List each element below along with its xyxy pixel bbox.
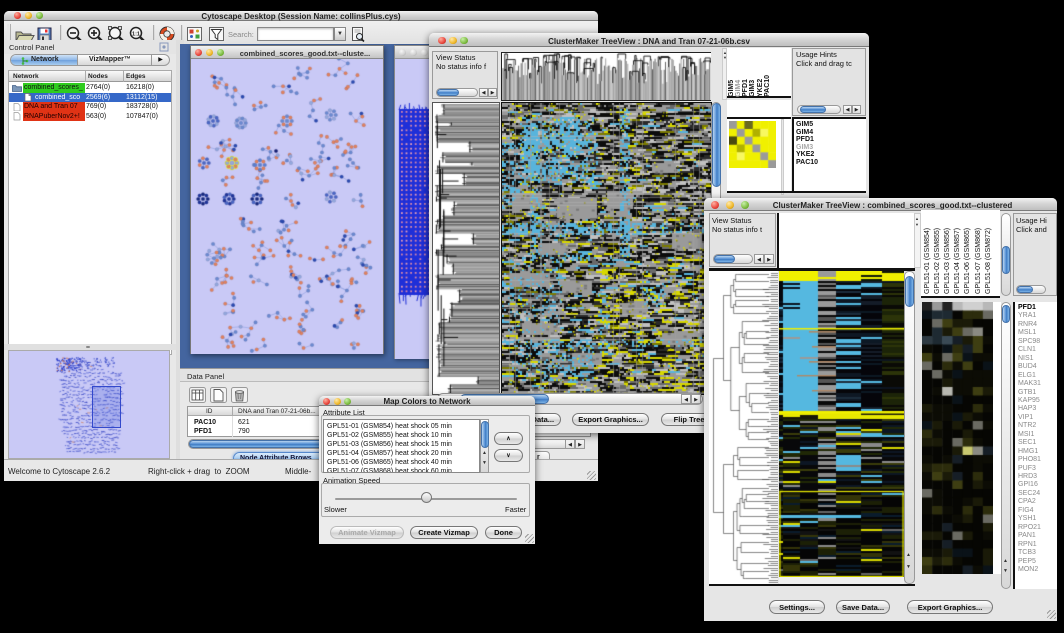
- svg-text:1:1: 1:1: [132, 32, 140, 38]
